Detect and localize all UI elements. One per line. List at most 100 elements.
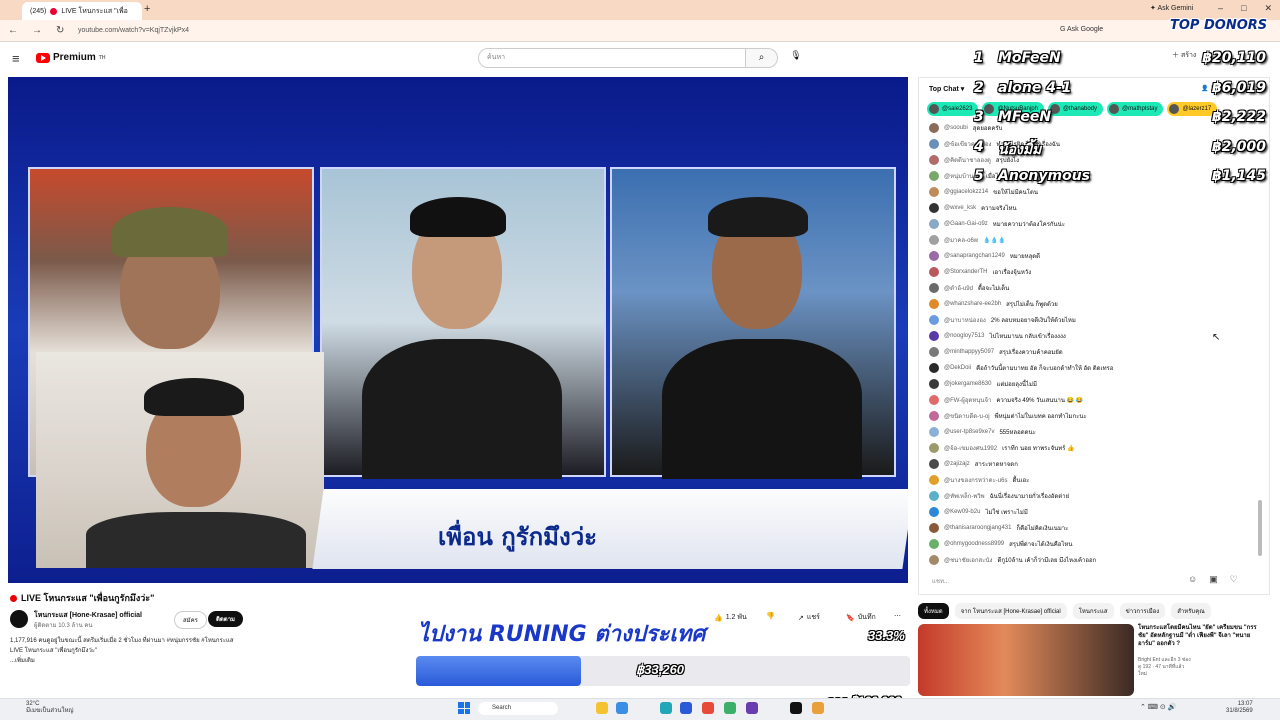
youtube-logo[interactable]: Premium TH (36, 52, 105, 63)
back-icon[interactable]: ← (8, 25, 18, 36)
chat-author[interactable]: @Gaan-Gai-o9z (944, 221, 988, 227)
chat-message[interactable]: @thanisararoongjang431 ก็คือไม่คิดเงินเนม… (929, 520, 1249, 536)
subscribe-button[interactable]: ติดตาม (208, 611, 244, 627)
chat-message[interactable]: @ggiacelokzz14 ขอให้ไม่มีคนโดน (929, 184, 1249, 200)
chat-author[interactable]: @Kew09-b2u (944, 509, 980, 515)
ask-google-button[interactable]: G Ask Google (1060, 26, 1103, 33)
chat-author[interactable]: @ขนิดาบดีด-บ-oj (944, 411, 990, 421)
chat-message[interactable]: @จ้อ-เขมองศน1992 เราทีก นอย ทาพระจันทร์ 👍 (929, 440, 1249, 456)
chat-author[interactable]: @คิดดีนาชาลองดู (944, 155, 991, 165)
ticker-item[interactable]: @mathptstay (1107, 102, 1164, 116)
browser-icon[interactable] (616, 702, 628, 714)
chat-message[interactable]: @zajizajz สาระหาดหาจดก (929, 456, 1249, 472)
chat-author[interactable]: @นาบาหน่ององ (944, 315, 986, 325)
chat-author[interactable]: @มาคล-o6w (944, 235, 978, 245)
app-icon[interactable] (746, 702, 758, 714)
chat-author[interactable]: @StorxanderTH (944, 269, 987, 275)
channel-avatar[interactable] (10, 610, 28, 628)
description-more[interactable]: ...เพิ่มเติม (10, 656, 410, 666)
join-button[interactable]: สมัคร (174, 611, 207, 629)
browser-tab[interactable]: (245) LIVE โหนกระแส "เพื่อ (22, 2, 142, 20)
mic-icon[interactable]: 🎙 (788, 50, 804, 66)
chat-author[interactable]: @sooubi (944, 125, 968, 131)
chat-author[interactable]: @FW-ผู้อุดหนุนจ้า (944, 395, 991, 405)
dislike-button[interactable]: 👎 (766, 612, 775, 620)
save-button[interactable]: 🔖 บันทึก (846, 612, 876, 623)
more-options-icon[interactable]: ⋯ (894, 612, 901, 620)
chat-message[interactable]: @DekDoii คือถ้าวันนี้ตามบาทย อัด ก็จะบอกด… (929, 360, 1249, 376)
chat-message[interactable]: @มาคล-o6w 💧💧💧 (929, 232, 1249, 248)
chat-author[interactable]: @จ้อ-เขมองศน1992 (944, 443, 997, 453)
chat-author[interactable]: @wxve_ksk (944, 205, 976, 211)
chat-message[interactable]: @Gaan-Gai-o9z หมายความว่าต้องโครกันน่ะ (929, 216, 1249, 232)
chat-author[interactable]: @ohmygoodness8999 (944, 541, 1004, 547)
ticker-item[interactable]: @thanabody (1047, 102, 1104, 116)
chat-message[interactable]: @sanaprangchan1249 หมายหลุดดี (929, 248, 1249, 264)
edge-icon[interactable] (660, 702, 672, 714)
share-button[interactable]: ↗ แชร์ (798, 612, 820, 623)
app-icon[interactable] (790, 702, 802, 714)
chrome-active-icon[interactable] (812, 702, 824, 714)
recommendation-thumbnail[interactable] (918, 624, 1134, 696)
taskbar-search[interactable]: Search (478, 702, 558, 715)
chat-author[interactable]: @ชนาชัยเอกสะนัง (944, 555, 992, 565)
chat-author[interactable]: @minthappyy5097 (944, 349, 994, 355)
chat-author[interactable]: @jokergame8630 (944, 381, 991, 387)
chat-message[interactable]: @wxve_ksk ความจริงไหน (929, 200, 1249, 216)
create-button[interactable]: ＋ สร้าง (1172, 50, 1196, 61)
taskbar-clock[interactable]: 13:07 31/8/2569 (1226, 701, 1253, 715)
chip-politics[interactable]: ข่าวการเมือง (1119, 603, 1166, 619)
chat-author[interactable]: @ข้อเขียวคนเมือง (944, 139, 992, 149)
chat-message[interactable]: @noogloy7513 ไปไหนมานน กลับเข้าเรื่องงงง (929, 328, 1249, 344)
like-button[interactable]: 👍 1.2 พัน (714, 612, 747, 623)
chat-message[interactable]: @ดำอ้-u9d ดื้อจะไม่เด็น (929, 280, 1249, 296)
chat-author[interactable]: @noogloy7513 (944, 333, 984, 339)
video-player[interactable]: เพื่อน กูรักมึงว่ะ (8, 77, 908, 583)
chat-author[interactable]: @ดำอ้-u9d (944, 283, 973, 293)
chat-message[interactable]: @user-tp8se9xe7v 555หลอดดนะ (929, 424, 1249, 440)
chat-message[interactable]: @whanzshare-ee2bh สรุปไม่เด็น ก็พูดด้วย (929, 296, 1249, 312)
app-icon[interactable] (724, 702, 736, 714)
chip-channel[interactable]: จาก โหนกระแส [Hone-Krasae] official (954, 603, 1067, 619)
ticker-item[interactable]: @saie2623 (927, 102, 979, 116)
chat-scrollbar[interactable] (1258, 500, 1262, 556)
menu-icon[interactable]: ≡ (12, 51, 20, 66)
chat-message[interactable]: @jokergame8630 แต่ม่อยลุงนี้ไม่มี (929, 376, 1249, 392)
chat-message[interactable]: @minthappyy5097 สรุปเรื่องความค้าคอมยัด (929, 344, 1249, 360)
store-icon[interactable] (680, 702, 692, 714)
chat-message[interactable]: @ทัพเหล็ก-พวิพ ฉันนี่เรื่องนามายกั่วเรื่อ… (929, 488, 1249, 504)
video-description[interactable]: 1,177,916 คนดูอยู่ในขณะนี้ สตรีมเริ่มเมื… (10, 636, 410, 666)
new-tab-button[interactable]: + (144, 3, 150, 15)
chat-author[interactable]: @zajizajz (944, 461, 970, 467)
chip-show[interactable]: โหนกระแส (1072, 603, 1114, 619)
chip-all[interactable]: ทั้งหมด (918, 603, 949, 619)
minimize-button[interactable]: – (1218, 3, 1223, 14)
chat-message[interactable]: @ขนิดาบดีด-บ-oj พี่หนุ่มต่าไม่ในเบทค ออกท… (929, 408, 1249, 424)
chat-message[interactable]: @ชนาชัยเอกสะนัง ดีกู10ล้าน เค้าก็ว่ามีเลย… (929, 552, 1249, 568)
close-button[interactable]: ✕ (1264, 3, 1272, 14)
chat-author[interactable]: @นางของกรหว่าดะ-u6s (944, 475, 1007, 485)
maximize-button[interactable]: □ (1241, 3, 1246, 14)
heart-icon[interactable]: ♡ (1230, 574, 1238, 585)
file-explorer-icon[interactable] (596, 702, 608, 714)
chat-author[interactable]: @sanaprangchan1249 (944, 253, 1005, 259)
search-input[interactable]: ค้นหา (478, 48, 746, 68)
chat-author[interactable]: @thanisararoongjang431 (944, 525, 1011, 531)
chat-message[interactable]: @ohmygoodness8999 สรุปพี่ด่าจะได้เงินคือไ… (929, 536, 1249, 552)
chat-author[interactable]: @ทัพเหล็ก-พวิพ (944, 491, 985, 501)
url-field[interactable]: youtube.com/watch?v=KqjTZvjkPx4 (62, 23, 1062, 39)
ask-gemini-button[interactable]: ✦ Ask Gemini (1150, 4, 1193, 12)
ticker-item[interactable]: @lazerz17 (1167, 102, 1218, 116)
chat-author[interactable]: @whanzshare-ee2bh (944, 301, 1001, 307)
chat-author[interactable]: @user-tp8se9xe7v (944, 429, 994, 435)
super-chat-icon[interactable]: ▣ (1209, 574, 1218, 585)
chat-message[interactable]: @FW-ผู้อุดหนุนจ้า ความจริง 49% วันเสนนาน … (929, 392, 1249, 408)
chrome-icon[interactable] (702, 702, 714, 714)
chat-message[interactable]: @Kew09-b2u ไม่ใช่ เพราะไม่มี (929, 504, 1249, 520)
forward-icon[interactable]: → (32, 25, 42, 36)
recommendation-title[interactable]: โหนกระแสโดยมีคนไหน "ยัด" เครียมขน "กรรชั… (1138, 624, 1264, 648)
emoji-icon[interactable]: ☺ (1188, 574, 1197, 585)
weather-widget[interactable]: 32°C มีเมฆเป็นส่วนใหญ่ (26, 701, 74, 715)
chat-author[interactable]: @DekDoii (944, 365, 971, 371)
chat-message[interactable]: @นางของกรหว่าดะ-u6s ดื้นเอะ (929, 472, 1249, 488)
